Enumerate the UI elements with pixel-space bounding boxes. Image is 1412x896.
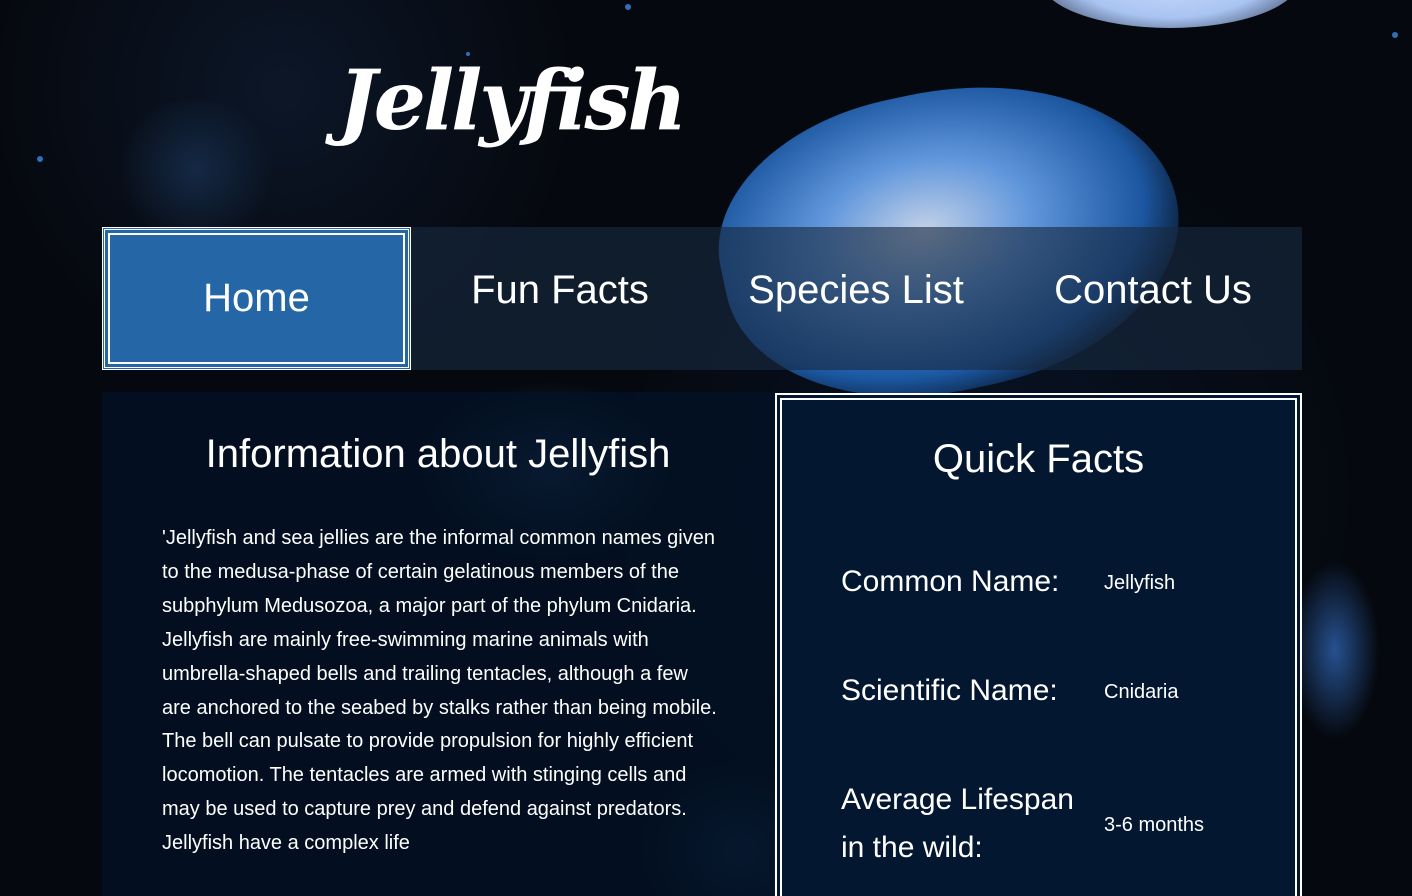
nav-item-contact-us[interactable]: Contact Us — [1052, 227, 1254, 353]
jellyfish-shape — [1290, 560, 1380, 740]
nav-item-label: Home — [203, 276, 310, 320]
fact-label-common-name: Common Name: — [841, 565, 1060, 598]
nav-item-label: Species List — [748, 267, 964, 312]
site-logo[interactable]: Jellyfish — [338, 60, 687, 142]
info-paragraph: 'Jellyfish and sea jellies are the infor… — [162, 527, 717, 855]
nav-item-fun-facts[interactable]: Fun Facts — [462, 227, 658, 353]
nav-item-species-list[interactable]: Species List — [747, 227, 965, 353]
particle — [625, 4, 631, 10]
quick-facts-title: Quick Facts — [932, 437, 1145, 481]
particle — [37, 156, 43, 162]
particle — [1392, 32, 1398, 38]
jellyfish-shape — [110, 100, 280, 240]
info-title: Information about Jellyfish — [205, 432, 671, 476]
nav-item-label: Contact Us — [1054, 267, 1252, 312]
nav-item-home[interactable]: Home — [102, 227, 411, 370]
fact-value-lifespan: 3-6 months — [1104, 814, 1205, 836]
jellyfish-shape — [1040, 0, 1300, 28]
fact-label-scientific-name: Scientific Name: — [841, 674, 1058, 707]
fact-value-scientific-name: Cnidaria — [1104, 681, 1179, 703]
nav-item-home-frame: Home — [108, 233, 405, 364]
fact-label-lifespan: Average Lifespan in the wild: — [841, 783, 1074, 864]
fact-value-common-name: Jellyfish — [1104, 572, 1176, 594]
main-nav: Home Fun Facts Species List Contact Us — [102, 227, 1302, 370]
nav-item-label: Fun Facts — [471, 267, 649, 312]
